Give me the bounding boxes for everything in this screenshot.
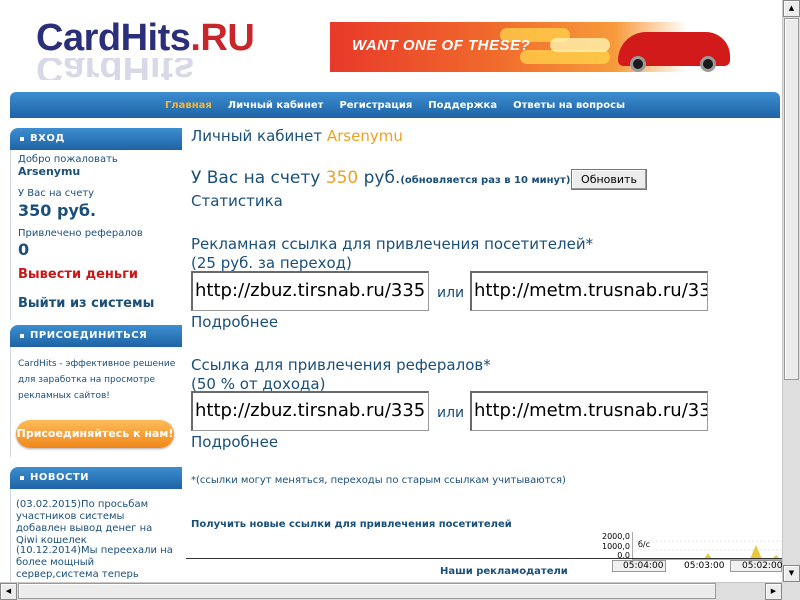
advertisers-heading: Наши рекламодатели xyxy=(440,566,568,577)
ad-more-link[interactable]: Подробнее xyxy=(191,313,278,331)
balance-prefix: У Вас на счету xyxy=(191,168,321,188)
login-header-label: ВХОД xyxy=(30,133,65,144)
ref-more-link[interactable]: Подробнее xyxy=(191,433,278,451)
nav-register[interactable]: Регистрация xyxy=(339,100,412,111)
ref-url-field-1[interactable]: http://zbuz.tirsnab.ru/335 xyxy=(191,391,429,431)
scroll-down-icon[interactable]: ▼ xyxy=(783,565,800,582)
ref-url-field-2[interactable]: http://metm.trusnab.ru/33 xyxy=(470,391,708,431)
balance-amount: 350 xyxy=(325,168,359,188)
refresh-button[interactable]: Обновить xyxy=(571,169,647,190)
new-links-link[interactable]: Получить новые ссылки для привлечения по… xyxy=(191,519,512,530)
vertical-scroll-thumb[interactable] xyxy=(784,18,799,380)
sidebar-balance: 350 руб. xyxy=(18,201,97,220)
ad-link-rate: (25 руб. за переход) xyxy=(191,254,352,272)
ad-url-field-2[interactable]: http://metm.trusnab.ru/33 xyxy=(470,271,708,311)
statistics-link[interactable]: Статистика xyxy=(191,192,283,210)
traffic-chart xyxy=(632,532,784,560)
ref-link-title: Ссылка для привлечения рефералов* xyxy=(191,356,491,374)
join-header: ПРИСОЕДИНИТЬСЯ xyxy=(10,325,182,347)
welcome-text: Добро пожаловать xyxy=(18,154,118,165)
banner-text: WANT ONE OF THESE? xyxy=(352,37,531,54)
title-prefix: Личный кабинет xyxy=(191,127,323,145)
chart-x-label: 05:04:00 xyxy=(623,561,664,571)
wheel-icon xyxy=(630,56,646,72)
site-logo[interactable]: CardHits.RU CardHits xyxy=(36,18,298,82)
referrals-count: 0 xyxy=(18,240,30,259)
nav-home[interactable]: Главная xyxy=(165,100,212,111)
horizontal-scroll-thumb[interactable] xyxy=(18,583,716,599)
footnote: *(ссылки могут меняться, переходы по ста… xyxy=(191,475,566,486)
bullet-icon xyxy=(20,476,24,480)
ad-link-title: Рекламная ссылка для привлечения посетит… xyxy=(191,235,594,253)
bullet-icon xyxy=(20,334,24,338)
logout-link[interactable]: Выйти из системы xyxy=(18,296,154,311)
join-button[interactable]: Присоединяйтесь к нам! xyxy=(16,420,174,448)
username: Arsenymu xyxy=(18,165,81,178)
balance-note: (обновляется раз в 10 минут) xyxy=(400,175,571,186)
chart-unit: б/с xyxy=(638,540,651,549)
chart-x-label: 05:03:00 xyxy=(684,561,725,571)
nav-support[interactable]: Поддержка xyxy=(428,100,497,111)
nav-cabinet[interactable]: Личный кабинет xyxy=(228,100,324,111)
bullet-icon xyxy=(20,137,24,141)
chart-x-label: 05:02:00 xyxy=(742,561,783,571)
referrals-label: Привлечено рефералов xyxy=(18,228,143,239)
scroll-up-icon[interactable]: ▲ xyxy=(783,0,800,17)
title-username: Arsenymu xyxy=(326,127,403,145)
main-nav: Главная Личный кабинет Регистрация Подде… xyxy=(10,92,780,118)
page-title: Личный кабинет Arsenymu xyxy=(191,127,403,145)
nav-faq[interactable]: Ответы на вопросы xyxy=(513,100,625,111)
wheel-icon xyxy=(700,56,716,72)
balance-label: У Вас на счету xyxy=(18,188,95,199)
car-image xyxy=(618,32,730,72)
news-item[interactable]: (03.02.2015)По просьбам участников систе… xyxy=(16,499,176,547)
news-item[interactable]: (10.12.2014)Мы переехали на более мощный… xyxy=(16,545,176,581)
balance-line: У Вас на счету 350 руб.(обновляется раз … xyxy=(191,168,570,188)
divider xyxy=(186,558,794,559)
chart-y-label: 1000,0 xyxy=(602,542,630,551)
flame-decoration xyxy=(520,50,610,64)
join-header-label: ПРИСОЕДИНИТЬСЯ xyxy=(30,330,148,341)
scrollbar-corner xyxy=(782,582,800,600)
login-header: ВХОД xyxy=(10,128,182,150)
news-header-label: НОВОСТИ xyxy=(30,472,90,483)
join-text: CardHits - эффективное решение для зараб… xyxy=(18,359,176,401)
scroll-right-icon[interactable]: ▶ xyxy=(765,583,782,600)
logo-tld: .RU xyxy=(190,17,255,59)
flame-decoration xyxy=(550,38,610,52)
logo-reflection: CardHits xyxy=(36,58,195,80)
logo-main: CardHits xyxy=(36,17,191,59)
chart-y-label: 2000,0 xyxy=(602,532,630,541)
withdraw-link[interactable]: Вывести деньги xyxy=(18,267,138,282)
news-header: НОВОСТИ xyxy=(10,467,182,489)
balance-currency: руб. xyxy=(363,168,401,188)
ad-banner[interactable]: WANT ONE OF THESE? xyxy=(330,22,736,72)
scroll-left-icon[interactable]: ◀ xyxy=(0,583,17,600)
ad-url-field-1[interactable]: http://zbuz.tirsnab.ru/335 xyxy=(191,271,429,311)
or-label: или xyxy=(437,285,465,301)
or-label: или xyxy=(437,405,465,421)
chart-spike xyxy=(750,545,762,559)
